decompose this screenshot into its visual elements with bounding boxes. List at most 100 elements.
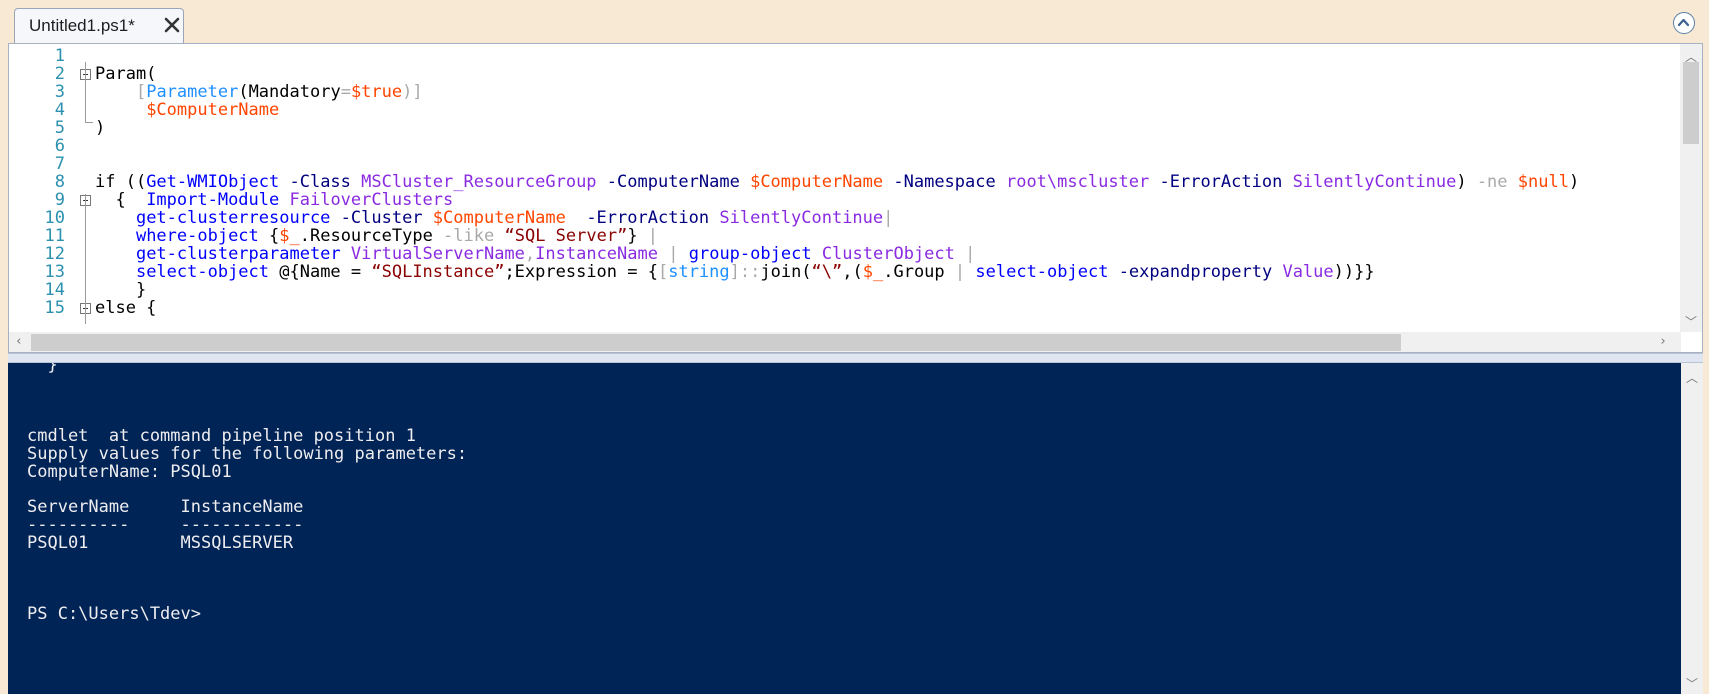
- code-token: -Class: [279, 172, 362, 192]
- code-line[interactable]: 13 select-object @{Name = “SQLInstance”;…: [9, 263, 1679, 282]
- code-token: InstanceName: [535, 244, 658, 264]
- code-line[interactable]: 6: [9, 137, 1679, 156]
- code-token: -ErrorAction: [565, 208, 720, 228]
- code-token: SilentlyContinue: [719, 208, 884, 228]
- tab-untitled1[interactable]: Untitled1.ps1*: [14, 8, 184, 44]
- code-text: $ComputerName: [95, 101, 279, 120]
- code-token: |: [883, 208, 894, 228]
- code-line[interactable]: 5): [9, 119, 1679, 138]
- code-line[interactable]: 1: [9, 47, 1679, 66]
- scroll-right-icon[interactable]: ›: [1659, 334, 1667, 349]
- code-token: (Mandatory: [238, 82, 341, 102]
- collapse-script-pane-button[interactable]: [1673, 12, 1695, 34]
- code-token: ClusterObject: [821, 244, 955, 264]
- code-token: Parameter: [146, 82, 239, 102]
- code-token: “\”: [811, 262, 843, 282]
- code-token: ]::: [729, 262, 761, 282]
- code-token: else {: [95, 298, 157, 318]
- code-line[interactable]: 14 }: [9, 281, 1679, 300]
- code-token: “SQL Server”: [504, 226, 628, 246]
- code-line[interactable]: 4 $ComputerName: [9, 101, 1679, 120]
- code-token: Value: [1282, 262, 1334, 282]
- scroll-up-icon[interactable]: ︿: [1686, 369, 1698, 386]
- code-token: ,: [524, 244, 536, 264]
- code-token: =: [340, 82, 351, 102]
- console-vertical-scrollbar[interactable]: ︿ ﹀: [1681, 363, 1703, 694]
- fold-guide: [85, 194, 86, 324]
- code-token: select-object: [135, 262, 270, 282]
- scroll-down-icon[interactable]: ﹀: [1686, 675, 1698, 692]
- code-token: $ComputerName: [750, 172, 884, 192]
- code-token: -Namespace: [883, 172, 1006, 192]
- scrollbar-thumb[interactable]: [1683, 62, 1699, 144]
- console-line: Supply values for the following paramete…: [27, 443, 468, 464]
- code-token: ;Expression = {: [504, 262, 658, 282]
- script-editor[interactable]: 1 2 Param(3 [Parameter(Mandatory=$true)] 4 …: [8, 43, 1703, 353]
- editor-vertical-scrollbar[interactable]: ︿ ﹀: [1680, 44, 1702, 332]
- code-token: $ComputerName: [432, 208, 566, 228]
- console-line: }: [27, 363, 58, 375]
- code-token: |: [965, 244, 976, 264]
- code-token: {: [95, 190, 147, 210]
- code-token: $_: [862, 262, 884, 282]
- code-token: if ((: [95, 172, 147, 192]
- console-line: ComputerName: PSQL01: [27, 461, 232, 482]
- code-token: where-object: [135, 226, 259, 246]
- code-text: select-object @{Name = “SQLInstance”;Exp…: [95, 263, 1375, 282]
- code-token: $true: [350, 82, 403, 102]
- close-icon[interactable]: [163, 16, 181, 34]
- code-token: ): [95, 118, 106, 138]
- code-token: get-clusterresource: [135, 208, 331, 228]
- code-token: [: [657, 262, 669, 282]
- console-line: PSQL01 MSSQLSERVER: [27, 532, 294, 553]
- code-token: |: [668, 244, 679, 264]
- code-token: join(: [760, 262, 812, 282]
- code-text: ): [95, 119, 105, 138]
- code-token: VirtualServerName: [350, 244, 525, 264]
- code-token: group-object: [688, 244, 812, 264]
- code-token: SilentlyContinue: [1292, 172, 1457, 192]
- code-token: FailoverClusters: [289, 190, 454, 210]
- code-token: [: [135, 82, 147, 102]
- code-token: ): [1456, 172, 1477, 192]
- line-number: 15: [44, 298, 65, 318]
- console-pane[interactable]: } }cmdlet at command pipeline position 1…: [8, 363, 1703, 694]
- code-token: string: [668, 262, 730, 282]
- code-token: .ResourceType: [299, 226, 444, 246]
- chevron-up-icon: [1677, 18, 1690, 27]
- code-token: @{Name =: [269, 262, 372, 282]
- code-text: else {: [95, 299, 156, 318]
- pane-splitter[interactable]: [8, 353, 1703, 363]
- code-token: select-object: [975, 262, 1109, 282]
- code-token: )]: [402, 82, 423, 102]
- code-token: -ErrorAction: [1149, 172, 1293, 192]
- scroll-left-icon[interactable]: ‹: [15, 334, 23, 349]
- code-token: {: [258, 226, 280, 246]
- code-token: -like: [443, 226, 495, 246]
- code-token: }: [627, 226, 648, 246]
- code-line[interactable]: 15 else {: [9, 299, 1679, 318]
- code-area[interactable]: 1 2 Param(3 [Parameter(Mandatory=$true)] 4 …: [9, 47, 1679, 332]
- code-token: |: [954, 262, 966, 282]
- editor-horizontal-scrollbar[interactable]: ‹ ›: [9, 332, 1681, 352]
- code-token: -ComputerName: [596, 172, 751, 192]
- code-token: get-clusterparameter: [135, 244, 341, 264]
- code-token: “SQLInstance”: [371, 262, 505, 282]
- scroll-down-icon[interactable]: ﹀: [1685, 313, 1697, 330]
- code-token: -expandproperty: [1108, 262, 1283, 282]
- code-token: Param(: [95, 64, 157, 84]
- code-token: $null: [1517, 172, 1569, 192]
- tab-title: Untitled1.ps1*: [29, 16, 135, 35]
- scrollbar-thumb[interactable]: [31, 334, 1401, 351]
